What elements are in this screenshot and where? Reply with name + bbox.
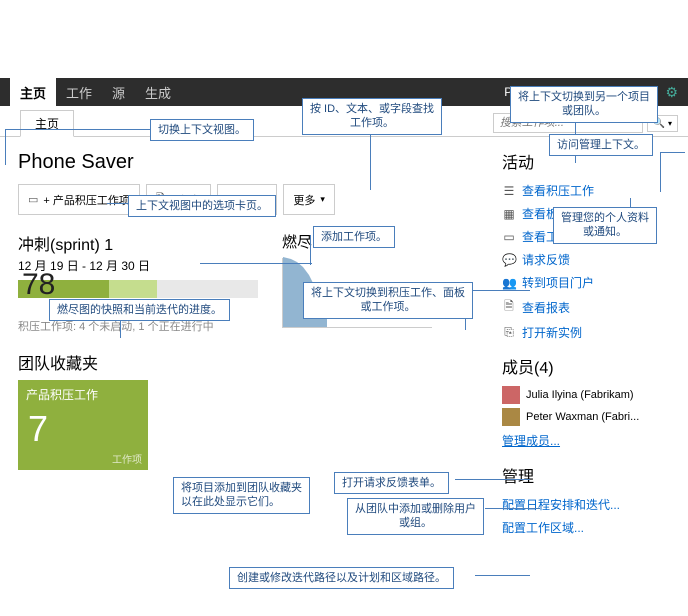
avatar [502,408,520,426]
callout-switch-project: 将上下文切换到另一个项目 或团队。 [510,86,658,123]
more-button[interactable]: 更多 ▾ [283,184,335,215]
gear-icon[interactable]: ⚙ [665,84,678,101]
page-title: Phone Saver [18,151,494,174]
nav-source[interactable]: 源 [102,77,135,108]
tile-subtitle: 工作项 [112,451,142,466]
link-view-backlog[interactable]: 查看积压工作 [522,182,594,199]
report-icon: 🗎 [502,297,516,318]
sprint-hours-done: 78 [22,268,55,302]
feedback-icon: 💬 [502,253,516,267]
callout-config-paths: 创建或修改迭代路径以及计划和区域路径。 [229,567,454,589]
favorite-tile[interactable]: 产品积压工作 7 工作项 [18,380,148,470]
members-heading: 成员(4) [502,354,674,378]
callout-search-workitems: 按 ID、文本、或字段查找 工作项。 [302,98,442,135]
workitem-icon: ▭ [502,230,516,244]
portal-icon: 👥 [502,276,516,290]
member-name: Peter Waxman (Fabri... [526,411,639,423]
callout-admin-context: 访问管理上下文。 [549,134,653,156]
callout-manage-members: 从团队中添加或删除用户 或组。 [347,498,484,535]
sprint-title: 冲刺(sprint) 1 [18,231,258,255]
chevron-down-icon: ▾ [668,119,672,128]
link-config-schedule[interactable]: 配置日程安排和迭代... [502,496,620,513]
sprint-progress-bar: 78 /144 h [18,280,258,298]
chevron-down-icon: ▾ [320,194,325,205]
callout-feedback-form: 打开请求反馈表单。 [334,472,449,494]
activity-links: ☰查看积压工作 ▦查看板 ▭查看工作项 💬请求反馈 👥转到项目门户 🗎查看报表 … [502,179,674,344]
backlog-icon: ▭ [28,193,38,206]
admin-links: 配置日程安排和迭代... 配置工作区域... [502,493,674,539]
link-new-instance[interactable]: 打开新实例 [522,324,582,341]
link-portal[interactable]: 转到项目门户 [522,274,594,291]
callout-switch-backlog: 将上下文切换到积压工作、面板 或工作项。 [303,282,473,319]
board-icon: ▦ [502,207,516,221]
nav-home[interactable]: 主页 [10,77,56,108]
callout-burndown-progress: 燃尽图的快照和当前迭代的进度。 [49,299,230,321]
add-backlog-button[interactable]: ▭+ 产品积压工作项 [18,184,140,215]
top-nav: 主页 工作 源 生成 [10,77,181,108]
avatar [502,386,520,404]
nav-work[interactable]: 工作 [56,77,102,108]
admin-heading: 管理 [502,463,674,487]
member-row: Julia Ilyina (Fabrikam) [502,384,674,406]
new-icon: ⎘ [502,325,516,340]
link-request-feedback[interactable]: 请求反馈 [522,251,570,268]
callout-tab-page: 上下文视图中的选项卡页。 [128,195,276,217]
callout-add-workitem: 添加工作项。 [313,226,395,248]
team-favorites-title: 团队收藏夹 [18,350,494,374]
callout-profile: 管理您的个人资料 或通知。 [553,207,657,244]
callout-team-fav: 将项目添加到团队收藏夹 以在此处显示它们。 [173,477,310,514]
tab-home[interactable]: 主页 [20,110,74,137]
link-reports[interactable]: 查看报表 [522,299,570,316]
list-icon: ☰ [502,184,516,198]
tile-title: 产品积压工作 [26,386,140,403]
member-name: Julia Ilyina (Fabrikam) [526,389,634,401]
tile-number: 7 [28,408,48,450]
nav-build[interactable]: 生成 [135,77,181,108]
callout-context-view: 切换上下文视图。 [150,119,254,141]
member-row: Peter Waxman (Fabri... [502,406,674,428]
link-config-area[interactable]: 配置工作区域... [502,519,584,536]
link-manage-members[interactable]: 管理成员... [502,434,560,448]
